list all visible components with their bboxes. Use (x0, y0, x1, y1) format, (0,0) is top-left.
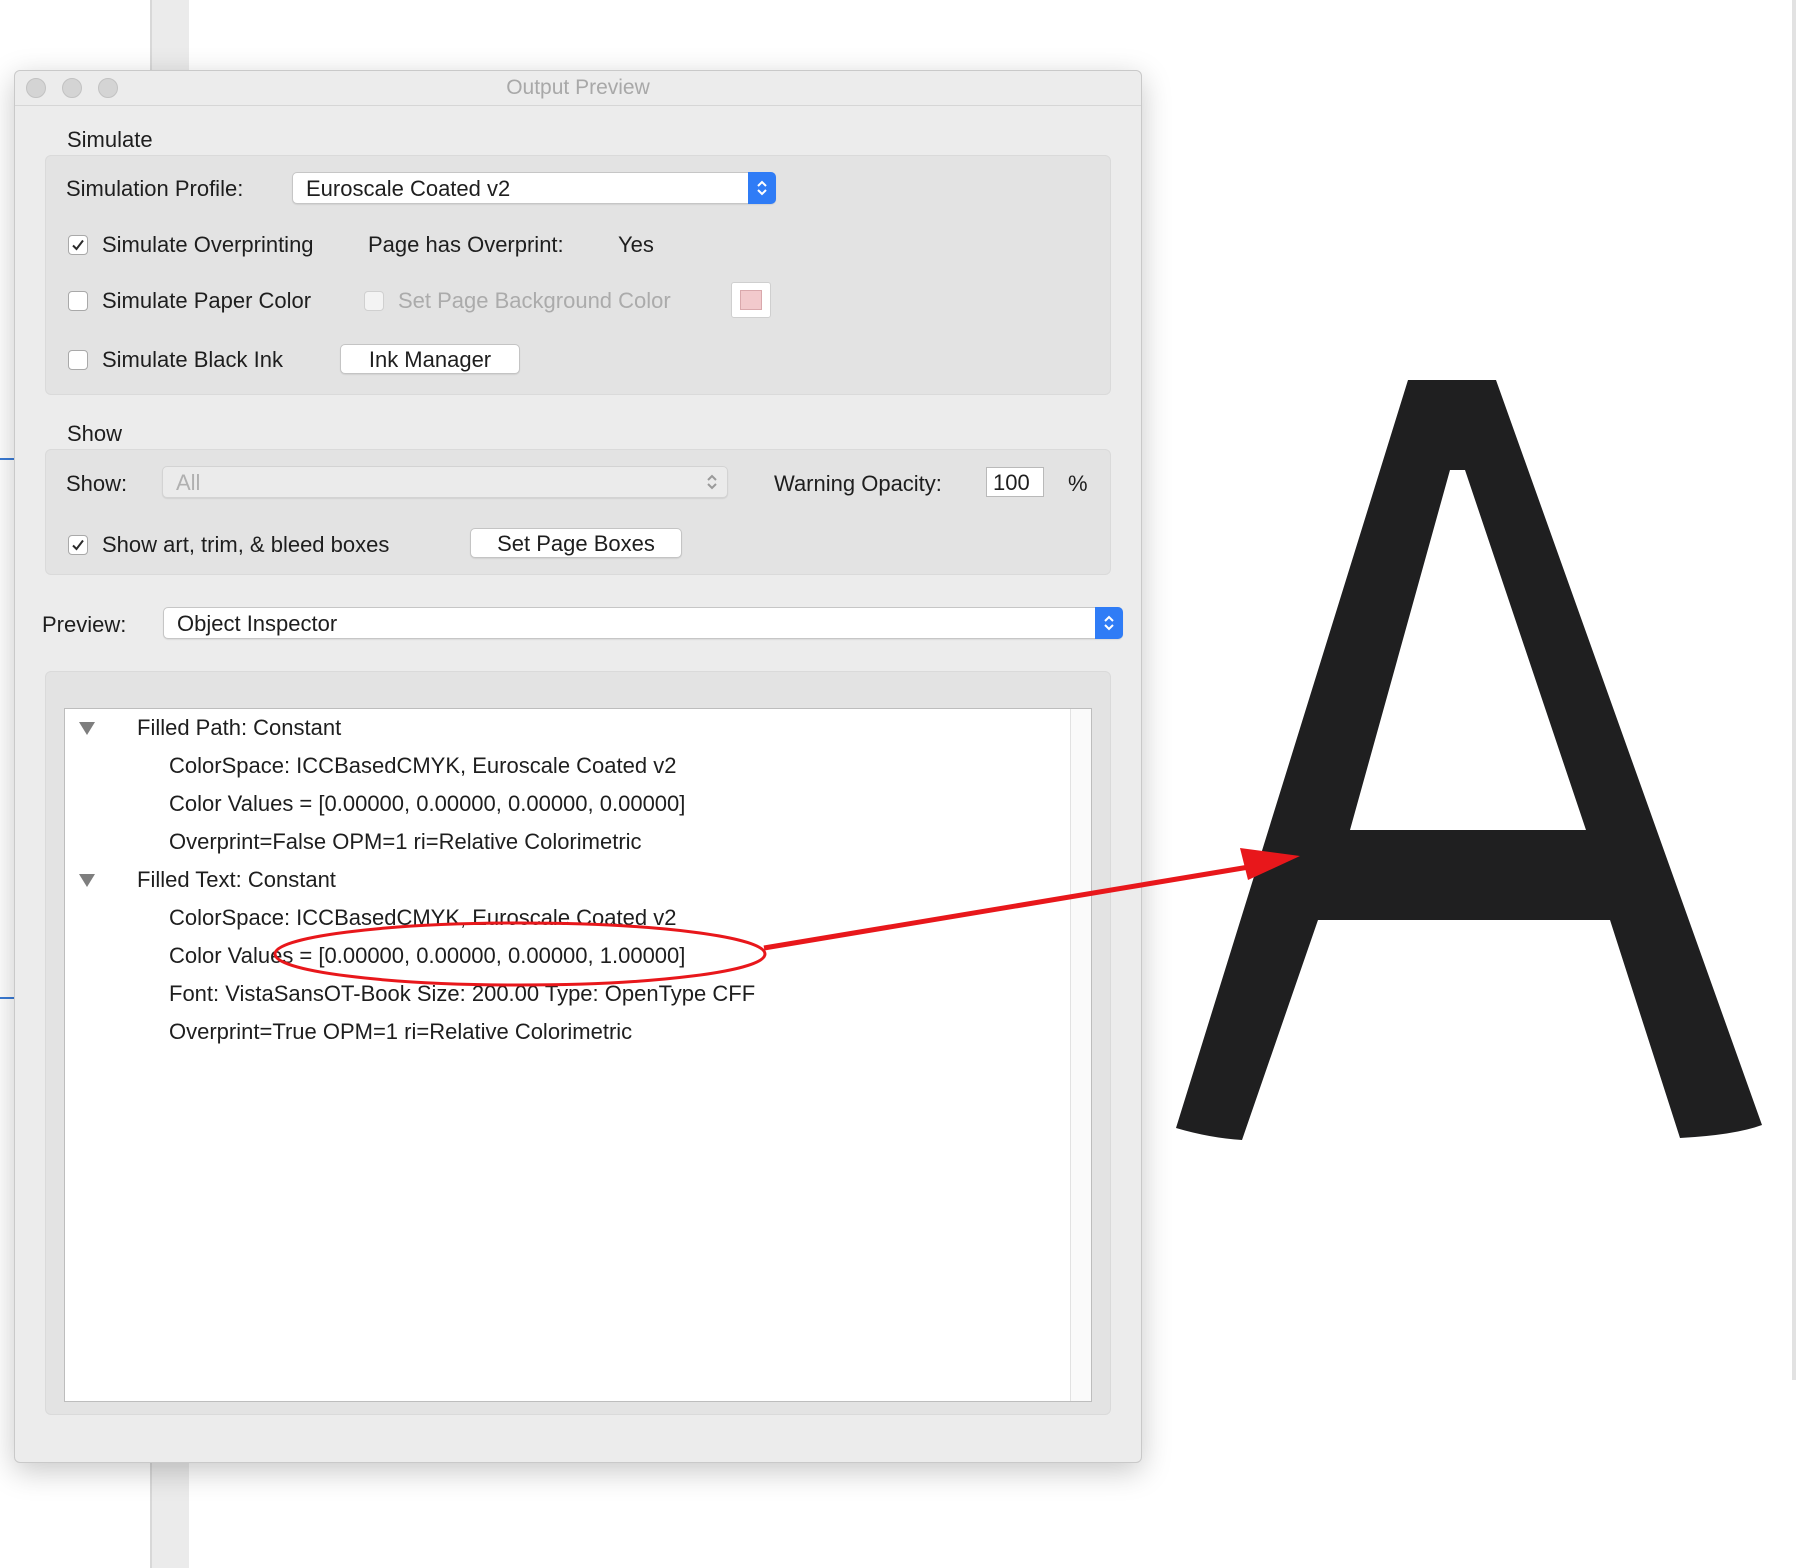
show-label: Show: (66, 471, 128, 496)
simulate-heading: Simulate (67, 127, 153, 152)
tree-item-detail: Color Values = [0.00000, 0.00000, 0.0000… (169, 791, 686, 816)
show-value: All (176, 470, 201, 495)
page-letter-glyph (1176, 380, 1762, 1140)
guide-marker (0, 997, 14, 999)
warning-opacity-label: Warning Opacity: (774, 471, 942, 496)
guide-marker (0, 458, 14, 460)
preview-value: Object Inspector (177, 611, 338, 636)
simulate-overprinting-checkbox[interactable] (68, 235, 88, 255)
updown-chevron-icon (705, 471, 719, 498)
set-page-boxes-button[interactable]: Set Page Boxes (470, 528, 682, 558)
output-preview-window: Output Preview Simulate Simulation Profi… (14, 70, 1142, 1463)
simulate-overprinting-label: Simulate Overprinting (102, 232, 314, 257)
page-background-color-swatch[interactable] (731, 282, 771, 318)
swatch-fill (740, 290, 762, 310)
simulation-profile-label: Simulation Profile: (66, 176, 244, 201)
disclosure-triangle-icon[interactable] (79, 874, 95, 887)
disclosure-triangle-icon[interactable] (79, 722, 95, 735)
show-group: Show: All Warning Opacity: 100 % Show ar… (45, 449, 1111, 575)
page-has-overprint-value: Yes (618, 232, 654, 257)
simulation-profile-value: Euroscale Coated v2 (306, 176, 511, 201)
checkmark-icon (72, 239, 84, 251)
tree-item-detail: Overprint=True OPM=1 ri=Relative Colorim… (169, 1019, 633, 1044)
show-select[interactable]: All (162, 466, 728, 498)
percent-label: % (1068, 471, 1088, 496)
simulate-paper-color-label: Simulate Paper Color (102, 288, 312, 313)
page-has-overprint-label: Page has Overprint: (368, 232, 564, 257)
simulation-profile-select[interactable]: Euroscale Coated v2 (292, 172, 776, 204)
tree-item-detail: Color Values = [0.00000, 0.00000, 0.0000… (169, 943, 686, 968)
updown-chevron-icon (748, 172, 776, 204)
document-scrollbar-edge (1792, 0, 1796, 1380)
show-boxes-checkbox[interactable] (68, 535, 88, 555)
simulate-group: Simulation Profile: Euroscale Coated v2 … (45, 155, 1111, 395)
object-inspector-tree[interactable]: Filled Path: Constant ColorSpace: ICCBas… (64, 708, 1092, 1402)
updown-chevron-icon (1095, 607, 1123, 639)
preview-label: Preview: (42, 612, 127, 637)
object-inspector-panel: Filled Path: Constant ColorSpace: ICCBas… (45, 671, 1111, 1415)
checkmark-icon (72, 539, 84, 551)
tree-item-detail: ColorSpace: ICCBasedCMYK, Euroscale Coat… (169, 753, 677, 778)
set-page-background-label: Set Page Background Color (398, 288, 671, 313)
window-title: Output Preview (506, 76, 650, 99)
inspector-scrollbar[interactable] (1070, 709, 1091, 1401)
tree-item-detail: ColorSpace: ICCBasedCMYK, Euroscale Coat… (169, 905, 677, 930)
show-boxes-label: Show art, trim, & bleed boxes (102, 532, 390, 557)
preview-select[interactable]: Object Inspector (163, 607, 1123, 639)
simulate-black-ink-label: Simulate Black Ink (102, 347, 283, 372)
tree-item-title[interactable]: Filled Text: Constant (137, 867, 336, 893)
titlebar[interactable]: Output Preview (15, 71, 1141, 106)
set-page-background-checkbox[interactable] (364, 291, 384, 311)
ink-manager-button[interactable]: Ink Manager (340, 344, 520, 374)
tree-item-detail: Overprint=False OPM=1 ri=Relative Colori… (169, 829, 642, 854)
show-heading: Show (67, 421, 123, 446)
simulate-paper-color-checkbox[interactable] (68, 291, 88, 311)
tree-item-detail: Font: VistaSansOT-Book Size: 200.00 Type… (169, 981, 756, 1006)
tree-item-title[interactable]: Filled Path: Constant (137, 715, 341, 741)
simulate-black-ink-checkbox[interactable] (68, 350, 88, 370)
warning-opacity-input[interactable]: 100 (986, 467, 1044, 497)
